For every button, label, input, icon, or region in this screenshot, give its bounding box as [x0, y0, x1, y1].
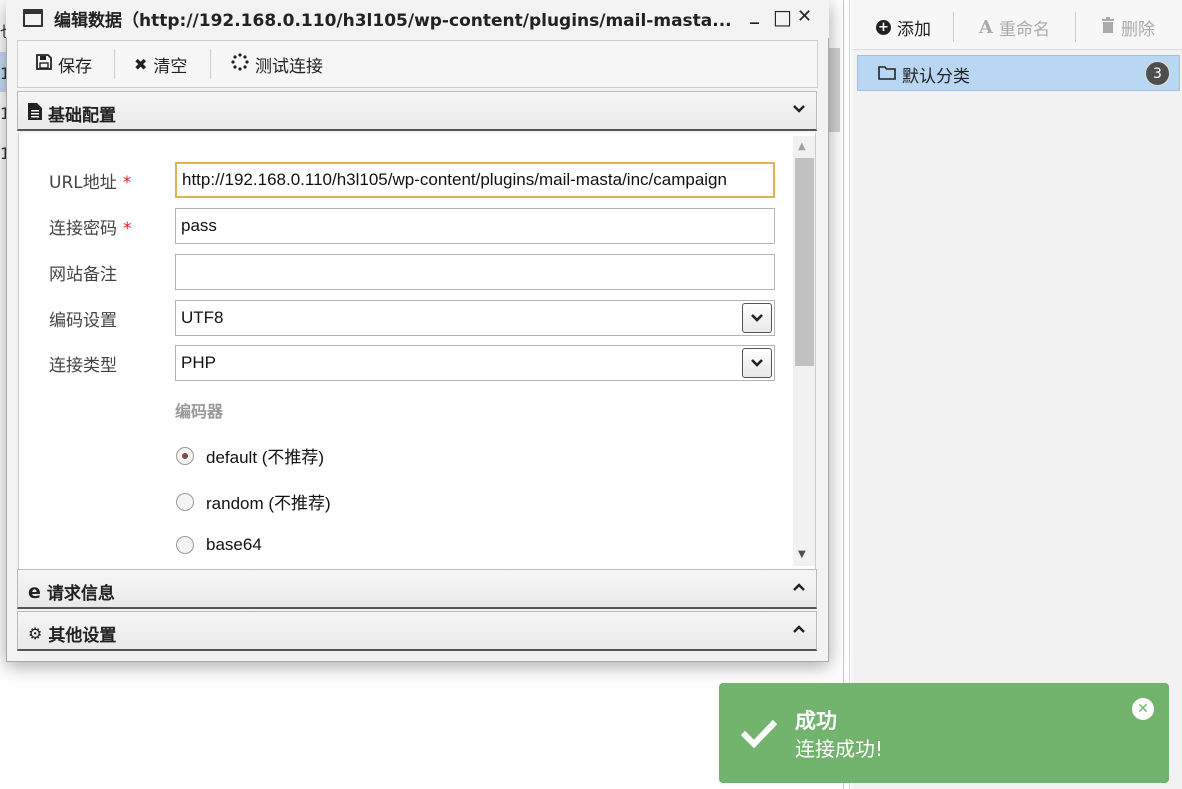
- required-mark: *: [123, 219, 132, 239]
- list-scrollbar[interactable]: [829, 48, 840, 132]
- toolbar-separator: [953, 12, 954, 42]
- encoding-value: UTF8: [181, 308, 224, 327]
- chevron-down-icon[interactable]: [742, 303, 772, 333]
- required-mark: *: [122, 173, 132, 193]
- splitter-edge: [849, 0, 850, 789]
- section-other-label: 其他设置: [48, 626, 117, 646]
- toast-close-icon[interactable]: ✕: [1132, 698, 1154, 720]
- category-item-content: 默认分类: [878, 62, 970, 87]
- encoder-option-random[interactable]: random (不推荐): [176, 489, 331, 514]
- delete-label: 删除: [1121, 19, 1155, 40]
- window-icon: [23, 9, 43, 27]
- add-category-button[interactable]: + 添加: [876, 14, 931, 40]
- section-request-label: 请求信息: [46, 584, 115, 604]
- radio-checked[interactable]: [176, 446, 194, 465]
- rename-category-button[interactable]: A 重命名: [979, 14, 1050, 40]
- category-panel: [852, 0, 1182, 789]
- count-badge: 3: [1145, 61, 1170, 86]
- spinner-icon: [231, 53, 249, 76]
- chevron-down-icon[interactable]: [742, 348, 772, 378]
- password-label: 连接密码 *: [49, 214, 132, 239]
- type-select[interactable]: PHP: [175, 345, 775, 381]
- url-label: URL地址 *: [49, 168, 131, 193]
- times-icon: ✖: [134, 55, 148, 74]
- note-label: 网站备注: [49, 265, 117, 285]
- chevron-up-icon: [792, 579, 806, 598]
- save-label: 保存: [58, 57, 92, 77]
- maximize-button[interactable]: □: [773, 5, 792, 29]
- type-value: PHP: [181, 353, 216, 372]
- test-connection-button[interactable]: 测试连接: [231, 52, 323, 77]
- cogs-icon: ⚙: [28, 624, 43, 643]
- password-label-text: 连接密码: [49, 219, 117, 239]
- add-label: 添加: [897, 19, 931, 40]
- radio-unchecked[interactable]: [176, 492, 194, 511]
- clear-label: 清空: [153, 57, 188, 77]
- plus-circle-icon: +: [876, 19, 891, 35]
- success-toast: [719, 683, 1169, 783]
- encoder-option-base64[interactable]: base64: [176, 535, 262, 555]
- note-field[interactable]: [175, 254, 775, 290]
- toolbar-separator: [1075, 12, 1076, 42]
- encoding-label: 编码设置: [49, 311, 117, 331]
- file-text-icon: [28, 102, 42, 125]
- chevron-down-icon: [792, 101, 806, 120]
- section-request-title: e 请求信息: [28, 579, 115, 605]
- section-request-header[interactable]: e 请求信息: [17, 569, 817, 609]
- password-field[interactable]: pass: [175, 208, 775, 244]
- minimize-button[interactable]: _: [750, 4, 759, 25]
- edge-icon: e: [28, 580, 41, 603]
- close-button[interactable]: ✕: [797, 6, 812, 27]
- toast-message: 连接成功!: [795, 737, 884, 761]
- encoder-option-label: default (不推荐): [206, 448, 325, 467]
- category-item-label: 默认分类: [902, 67, 970, 87]
- window-title: 编辑数据（http://192.168.0.110/h3l105/wp-cont…: [54, 11, 732, 31]
- encoding-select[interactable]: UTF8: [175, 300, 775, 336]
- clear-button[interactable]: ✖ 清空: [134, 52, 187, 77]
- scroll-down-icon[interactable]: ▼: [798, 549, 806, 560]
- section-basic-title: 基础配置: [28, 101, 116, 126]
- section-basic-header[interactable]: 基础配置: [17, 91, 817, 131]
- chevron-up-icon: [792, 621, 806, 640]
- toolbar-separator: [114, 49, 115, 79]
- section-basic-label: 基础配置: [48, 106, 116, 126]
- section-other-title: ⚙ 其他设置: [28, 621, 116, 646]
- toolbar-separator: [210, 49, 211, 79]
- scrollbar-thumb[interactable]: [795, 158, 814, 366]
- toast-title: 成功: [795, 709, 837, 733]
- encoder-option-default[interactable]: default (不推荐): [176, 443, 324, 468]
- encoder-title: 编码器: [175, 402, 224, 421]
- save-icon: [36, 54, 52, 75]
- scroll-up-icon[interactable]: ▲: [798, 141, 806, 152]
- font-icon: A: [979, 16, 993, 38]
- section-other-header[interactable]: ⚙ 其他设置: [17, 611, 817, 651]
- check-icon: [740, 712, 778, 758]
- save-button[interactable]: 保存: [36, 52, 92, 77]
- radio-unchecked[interactable]: [176, 536, 194, 554]
- url-label-text: URL地址: [49, 173, 117, 193]
- encoder-option-label: base64: [206, 535, 262, 554]
- rename-label: 重命名: [998, 19, 1050, 40]
- splitter[interactable]: [843, 0, 844, 789]
- folder-icon: [878, 65, 896, 85]
- url-field[interactable]: http://192.168.0.110/h3l105/wp-content/p…: [175, 162, 775, 198]
- test-connection-label: 测试连接: [255, 57, 323, 77]
- trash-icon: [1101, 16, 1115, 38]
- type-label: 连接类型: [49, 356, 117, 376]
- encoder-option-label: random (不推荐): [206, 494, 331, 513]
- delete-category-button[interactable]: 删除: [1101, 14, 1155, 40]
